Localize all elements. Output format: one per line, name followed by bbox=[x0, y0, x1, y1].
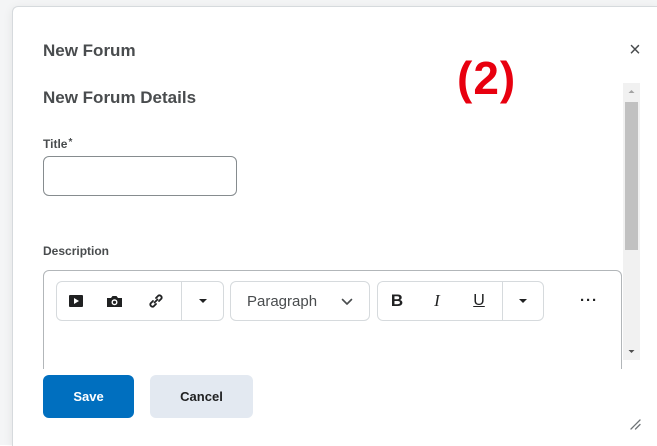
scrollbar-thumb[interactable] bbox=[625, 102, 638, 250]
cancel-button[interactable]: Cancel bbox=[150, 375, 253, 418]
link-icon bbox=[149, 294, 163, 308]
bold-label: B bbox=[390, 291, 404, 310]
insert-more-dropdown[interactable] bbox=[182, 282, 224, 320]
chevron-down-icon bbox=[341, 298, 353, 305]
text-style-toolbar-group: B I U bbox=[377, 281, 544, 321]
title-label: Title* bbox=[43, 137, 72, 151]
more-options-icon: ··· bbox=[580, 291, 598, 309]
title-label-text: Title bbox=[43, 137, 68, 151]
more-options-button[interactable]: ··· bbox=[574, 281, 604, 319]
arrow-down-icon bbox=[628, 350, 635, 353]
save-button[interactable]: Save bbox=[43, 375, 134, 418]
new-forum-dialog: New Forum × (2) New Forum Details Title*… bbox=[12, 6, 657, 446]
scroll-up-button[interactable] bbox=[623, 83, 640, 100]
camera-icon bbox=[106, 296, 122, 307]
chevron-down-icon bbox=[519, 299, 527, 303]
dialog-content[interactable]: New Forum Details Title* Description Par… bbox=[13, 77, 623, 369]
description-label: Description bbox=[43, 244, 110, 258]
text-style-more-dropdown[interactable] bbox=[503, 282, 543, 320]
insert-toolbar-group bbox=[56, 281, 224, 321]
insert-image-button[interactable] bbox=[95, 282, 133, 320]
underline-button[interactable]: U bbox=[458, 282, 500, 320]
underline-label: U bbox=[473, 292, 485, 309]
required-mark: * bbox=[68, 137, 73, 148]
italic-button[interactable]: I bbox=[416, 282, 458, 320]
video-icon bbox=[69, 295, 83, 307]
insert-link-button[interactable] bbox=[133, 282, 179, 320]
format-select-value: Paragraph bbox=[247, 293, 318, 310]
insert-video-button[interactable] bbox=[57, 282, 95, 320]
dialog-title: New Forum bbox=[43, 41, 136, 60]
scroll-down-button[interactable] bbox=[623, 343, 640, 360]
close-button[interactable]: × bbox=[625, 40, 645, 62]
vertical-scrollbar[interactable] bbox=[623, 83, 640, 360]
chevron-down-icon bbox=[199, 299, 207, 303]
section-title: New Forum Details bbox=[43, 88, 197, 107]
description-editor[interactable]: Paragraph B I U ··· bbox=[43, 270, 622, 369]
arrow-up-icon bbox=[628, 90, 635, 93]
title-input[interactable] bbox=[43, 156, 237, 196]
italic-label: I bbox=[434, 291, 440, 310]
bold-button[interactable]: B bbox=[378, 282, 416, 320]
format-select[interactable]: Paragraph bbox=[230, 281, 370, 321]
resize-handle-icon[interactable] bbox=[628, 417, 642, 431]
